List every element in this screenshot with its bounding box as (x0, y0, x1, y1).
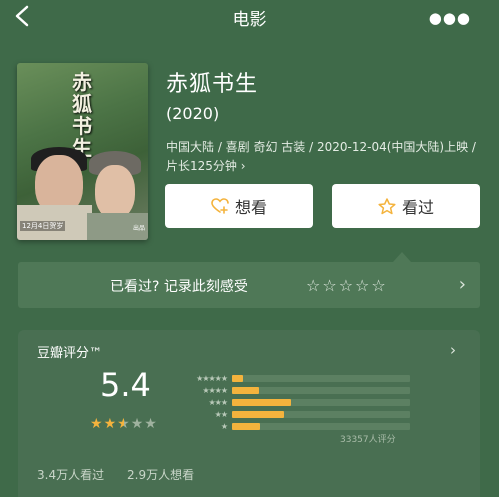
rating-distribution-row: ★★ (182, 409, 410, 419)
distribution-track (232, 374, 410, 382)
chevron-right-icon: › (458, 274, 466, 295)
score-star: ★ (103, 416, 118, 432)
distribution-star-label: ★★ (214, 409, 228, 419)
more-dots-icon[interactable]: ●●● (429, 9, 471, 27)
movie-poster[interactable]: 赤狐书生 12月4日贺岁 出品 (17, 63, 148, 240)
rating-count: 33357人评分 (340, 435, 396, 445)
rate-bar-pointer (393, 252, 411, 262)
want-to-watch-button[interactable]: 想看 (165, 184, 313, 228)
rating-stars: ★★★★★ (90, 416, 158, 432)
rating-distribution-row: ★★★★ (182, 385, 410, 395)
distribution-bar (232, 422, 261, 430)
rate-prompt-text: 已看过? 记录此刻感受 (110, 279, 248, 295)
score-star: ★ (90, 416, 104, 432)
movie-meta-text: 中国大陆 / 喜剧 奇幻 古装 / 2020-12-04(中国大陆)上映 / 片… (166, 140, 476, 173)
score-star: ★ (117, 416, 131, 432)
distribution-bar (232, 386, 259, 394)
distribution-track (232, 386, 410, 394)
distribution-star-label: ★ (220, 421, 228, 431)
want-button-label: 想看 (234, 198, 267, 217)
score-star: ★ (130, 416, 145, 432)
rate-stars-input[interactable]: ☆☆☆☆☆ (306, 276, 388, 295)
movie-title: 赤狐书生 (166, 72, 259, 97)
distribution-track (232, 398, 410, 406)
distribution-bar (232, 398, 291, 406)
distribution-star-label: ★★★ (208, 397, 228, 407)
distribution-track (232, 422, 410, 430)
rating-distribution-row: ★★★ (182, 397, 410, 407)
distribution-star-label: ★★★★ (202, 385, 228, 395)
seen-button[interactable]: 看过 (332, 184, 480, 228)
rating-score: 5.4 (100, 366, 151, 404)
score-star: ★ (144, 416, 158, 432)
distribution-bar (232, 410, 284, 418)
want-count[interactable]: 2.9万人想看 (127, 466, 194, 483)
poster-figure (95, 165, 135, 219)
rating-distribution-row: ★ (182, 421, 410, 431)
distribution-track (232, 410, 410, 418)
rating-distribution-row: ★★★★★ (182, 373, 410, 383)
movie-meta[interactable]: 中国大陆 / 喜剧 奇幻 古装 / 2020-12-04(中国大陆)上映 / 片… (166, 138, 478, 176)
seen-button-label: 看过 (401, 198, 434, 217)
rate-prompt-bar[interactable]: 已看过? 记录此刻感受 ☆☆☆☆☆ › (18, 262, 480, 308)
star-outline-icon (378, 197, 396, 215)
chevron-right-icon[interactable]: › (450, 341, 456, 359)
distribution-bar (232, 374, 243, 382)
distribution-star-label: ★★★★★ (196, 373, 228, 383)
rating-panel-title: 豆瓣评分™ (37, 346, 103, 361)
poster-date-text: 12月4日贺岁 (20, 221, 66, 231)
watched-count[interactable]: 3.4万人看过 (37, 466, 104, 483)
page-title: 电影 (232, 10, 267, 30)
heart-plus-icon (211, 198, 229, 214)
poster-studio-text: 出品 (132, 225, 145, 232)
poster-title-text: 赤狐书生 (72, 70, 92, 160)
chevron-right-icon: › (240, 159, 246, 173)
movie-year: (2020) (166, 104, 220, 123)
